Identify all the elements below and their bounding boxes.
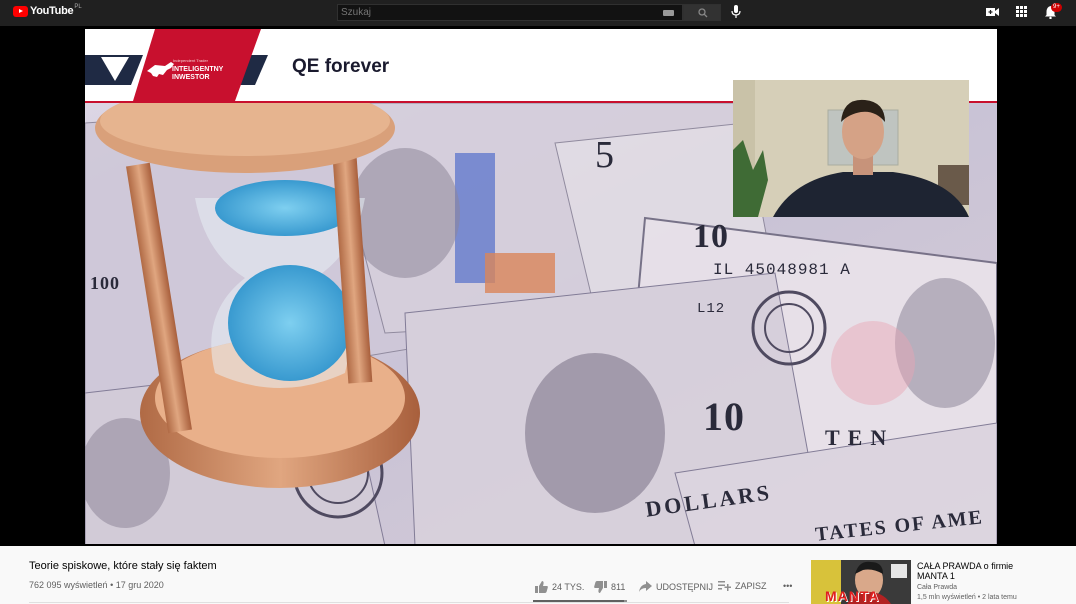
presenter-image — [733, 80, 969, 217]
dislike-count: 811 — [611, 582, 626, 592]
upload-date: 17 gru 2020 — [115, 580, 164, 590]
more-actions-button[interactable]: ••• — [779, 581, 792, 591]
more-icon: ••• — [783, 581, 793, 591]
top-bar: YouTube PL 9+ — [0, 0, 1076, 26]
divider — [29, 602, 789, 603]
bill-code: L12 — [697, 301, 726, 317]
thumbs-down-icon — [594, 581, 607, 593]
bill-word-ten: TEN — [825, 425, 895, 450]
recommendation-channel[interactable]: Cała Prawda — [917, 584, 957, 591]
bill-serial-number: IL 45048981 A — [713, 261, 851, 279]
recommendation-meta: 1,5 mln wyświetleń • 2 lata temu — [917, 594, 1017, 601]
like-button[interactable]: 24 TYS. — [535, 581, 584, 593]
brand-name: INTELIGENTNY INWESTOR — [172, 66, 223, 82]
presentation-slide: Independent Trader INTELIGENTNY INWESTOR… — [85, 29, 997, 544]
recommendation-age: 2 lata temu — [982, 594, 1017, 601]
search-icon — [698, 8, 708, 18]
slide-title: QE forever — [292, 56, 390, 77]
brand-logo — [85, 29, 268, 101]
search-box[interactable] — [337, 4, 683, 21]
microphone-icon[interactable] — [731, 5, 741, 19]
add-to-playlist-icon — [718, 581, 731, 591]
dislike-button[interactable]: 811 — [594, 581, 625, 593]
search-button[interactable] — [683, 4, 721, 21]
bill-denomination-five: 5 — [595, 134, 615, 176]
brand-tagline: Independent Trader — [173, 58, 208, 63]
brand-line-1: INTELIGENTNY — [172, 66, 224, 73]
recommendation-views: 1,5 mln wyświetleń — [917, 594, 976, 601]
recommendation-title[interactable]: CAŁA PRAWDA o firmie MANTA 1 — [917, 561, 1045, 581]
bill-denomination-ten: 10 — [703, 394, 745, 439]
logo-text: YouTube — [30, 5, 74, 17]
share-label: UDOSTĘPNIJ — [656, 581, 714, 592]
thumbs-up-icon — [535, 581, 548, 593]
thumbnail-text: MANTA — [825, 588, 880, 604]
brand-line-2: INWESTOR — [172, 74, 210, 81]
search-input[interactable] — [341, 7, 641, 18]
bill-denomination-ten-top: 10 — [693, 218, 729, 255]
create-video-icon[interactable] — [986, 6, 999, 18]
video-meta: 762 095 wyświetleń • 17 gru 2020 — [29, 580, 164, 590]
like-count: 24 TYS. — [552, 582, 585, 592]
recommendation-thumbnail[interactable]: MANTA — [811, 560, 911, 604]
video-player[interactable]: Independent Trader INTELIGENTNY INWESTOR… — [0, 26, 1076, 546]
bill-denomination-hundred: 100 — [90, 273, 120, 293]
video-info-area: Teorie spiskowe, które stały się faktem … — [0, 546, 1076, 604]
country-code: PL — [74, 4, 82, 10]
share-icon — [639, 581, 652, 592]
youtube-logo[interactable]: YouTube PL — [13, 4, 82, 17]
video-title: Teorie spiskowe, które stały się faktem — [29, 560, 217, 572]
share-button[interactable]: UDOSTĘPNIJ — [639, 581, 713, 592]
notification-badge: 9+ — [1051, 3, 1062, 12]
presenter-webcam — [733, 80, 969, 217]
youtube-logo-icon — [13, 5, 28, 17]
keyboard-icon[interactable] — [663, 10, 674, 16]
save-button[interactable]: ZAPISZ — [718, 581, 767, 591]
view-count: 762 095 wyświetleń — [29, 580, 108, 590]
apps-grid-icon[interactable] — [1016, 6, 1027, 17]
save-label: ZAPISZ — [735, 581, 767, 591]
